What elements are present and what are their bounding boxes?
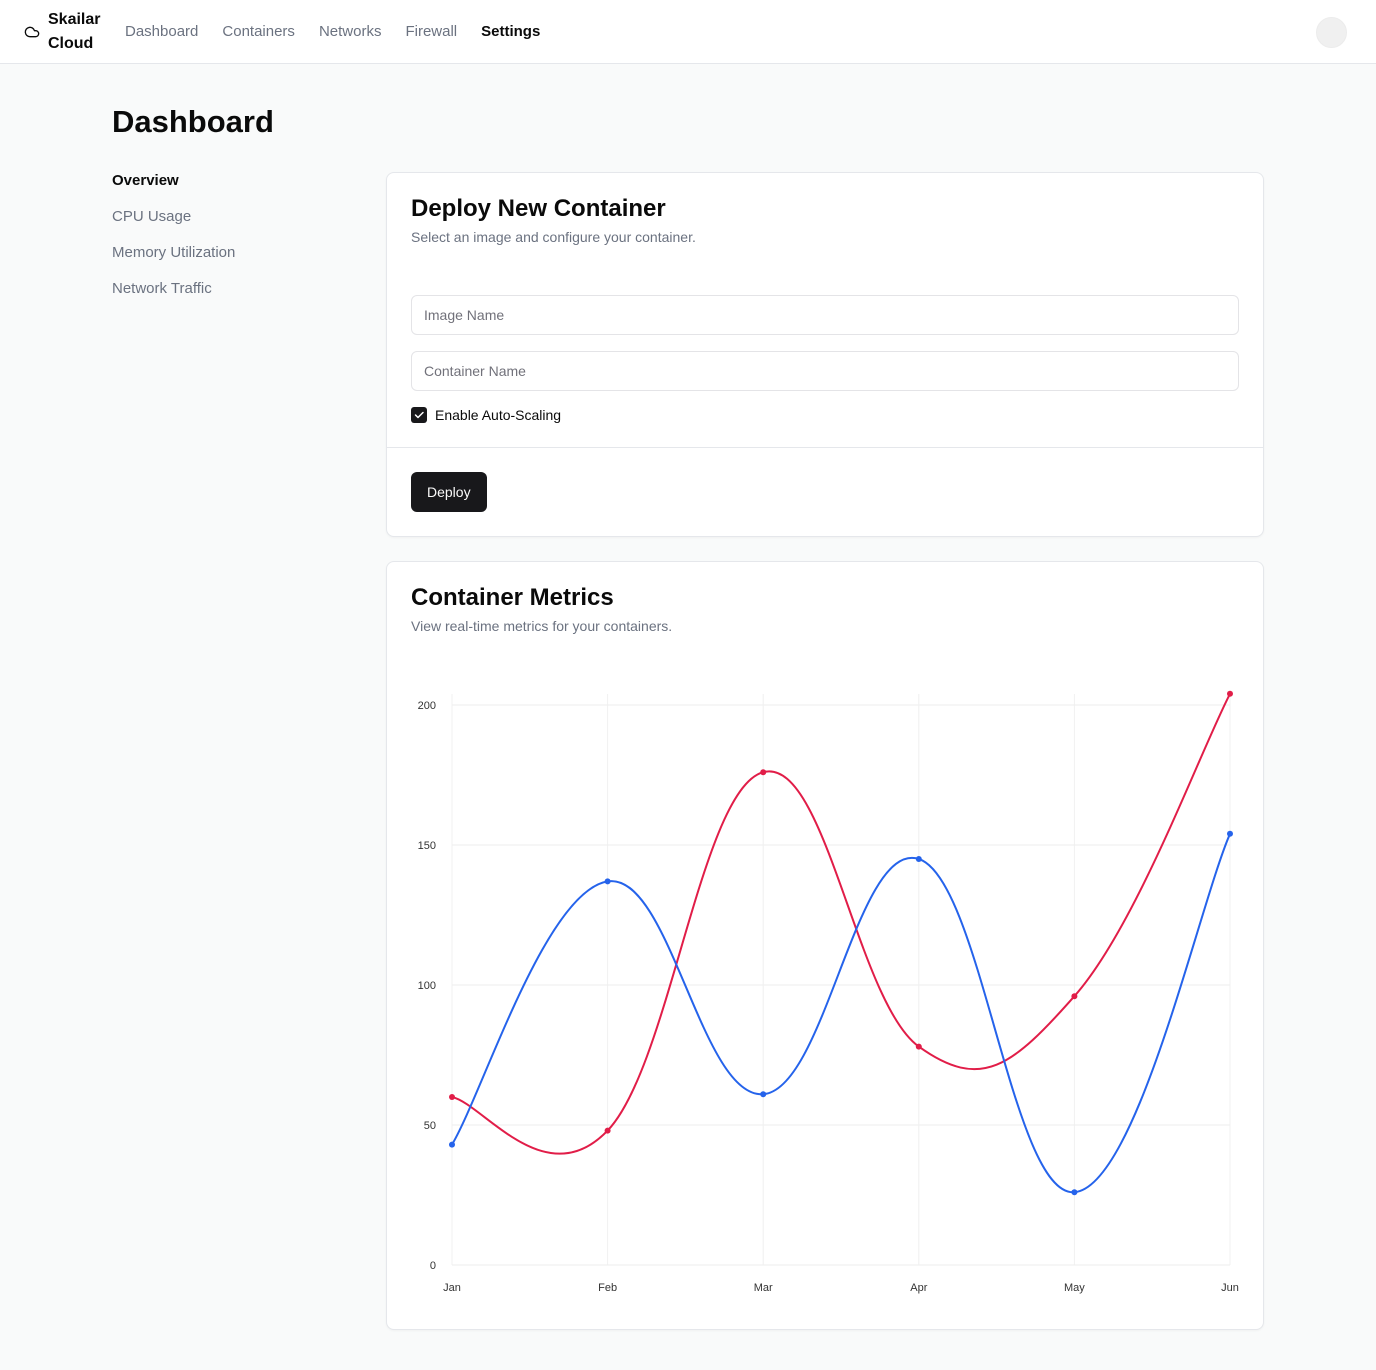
sidebar: Overview CPU Usage Memory Utilization Ne…: [112, 170, 352, 314]
deploy-card: Deploy New Container Select an image and…: [386, 172, 1264, 537]
brand[interactable]: Skailar Cloud: [24, 8, 108, 56]
deploy-card-title: Deploy New Container: [411, 195, 666, 222]
metrics-line-chart: 0 50 100 150 200 Jan Feb Mar Apr May Jun: [418, 690, 1239, 1294]
container-name-input[interactable]: [411, 351, 1239, 391]
nav-networks[interactable]: Networks: [319, 21, 382, 43]
series-point: [760, 769, 767, 776]
y-tick-label: 200: [418, 700, 436, 712]
user-avatar[interactable]: [1316, 17, 1347, 48]
nav-dashboard[interactable]: Dashboard: [125, 21, 198, 43]
y-tick-label: 100: [418, 980, 436, 992]
series-point: [915, 1043, 922, 1050]
sidebar-item-memory-utilization[interactable]: Memory Utilization: [112, 242, 352, 264]
series-point: [449, 1094, 455, 1100]
deploy-button[interactable]: Deploy: [411, 472, 487, 512]
series-point: [1227, 830, 1233, 837]
nav-settings[interactable]: Settings: [481, 21, 540, 43]
autoscale-label[interactable]: Enable Auto-Scaling: [435, 405, 561, 425]
x-tick-label: May: [1064, 1282, 1085, 1294]
y-tick-label: 50: [424, 1120, 436, 1132]
autoscale-checkbox[interactable]: [411, 407, 427, 423]
y-tick-label: 150: [418, 840, 436, 852]
check-icon: [414, 411, 424, 419]
y-tick-label: 0: [430, 1260, 436, 1272]
series-point: [604, 878, 611, 885]
autoscale-row: Enable Auto-Scaling: [411, 405, 561, 425]
cloud-icon: [24, 24, 40, 40]
top-navbar: Skailar Cloud Dashboard Containers Netwo…: [0, 0, 1376, 64]
x-tick-label: Jun: [1221, 1282, 1239, 1294]
sidebar-item-overview[interactable]: Overview: [112, 170, 352, 192]
sidebar-item-network-traffic[interactable]: Network Traffic: [112, 278, 352, 300]
series-point: [915, 856, 922, 862]
brand-name: Skailar Cloud: [48, 11, 101, 52]
x-tick-label: Mar: [754, 1282, 773, 1294]
series-point: [449, 1141, 455, 1148]
series-point: [1071, 993, 1078, 1000]
series-point: [604, 1127, 611, 1134]
series-line-0: [451, 693, 1231, 1155]
series-point: [1227, 690, 1233, 697]
series-point: [760, 1091, 767, 1098]
metrics-card: Container Metrics View real-time metrics…: [386, 561, 1264, 1330]
nav-firewall[interactable]: Firewall: [405, 21, 457, 43]
page-title: Dashboard: [112, 104, 274, 139]
sidebar-item-cpu-usage[interactable]: CPU Usage: [112, 206, 352, 228]
x-tick-label: Apr: [910, 1282, 927, 1294]
deploy-card-description: Select an image and configure your conta…: [411, 229, 696, 245]
main-nav: Dashboard Containers Networks Firewall S…: [125, 21, 540, 43]
image-name-input[interactable]: [411, 295, 1239, 335]
series-point: [1071, 1189, 1078, 1196]
card-divider: [387, 447, 1263, 448]
x-tick-label: Feb: [598, 1282, 617, 1294]
nav-containers[interactable]: Containers: [222, 21, 295, 43]
x-tick-label: Jan: [443, 1282, 461, 1294]
